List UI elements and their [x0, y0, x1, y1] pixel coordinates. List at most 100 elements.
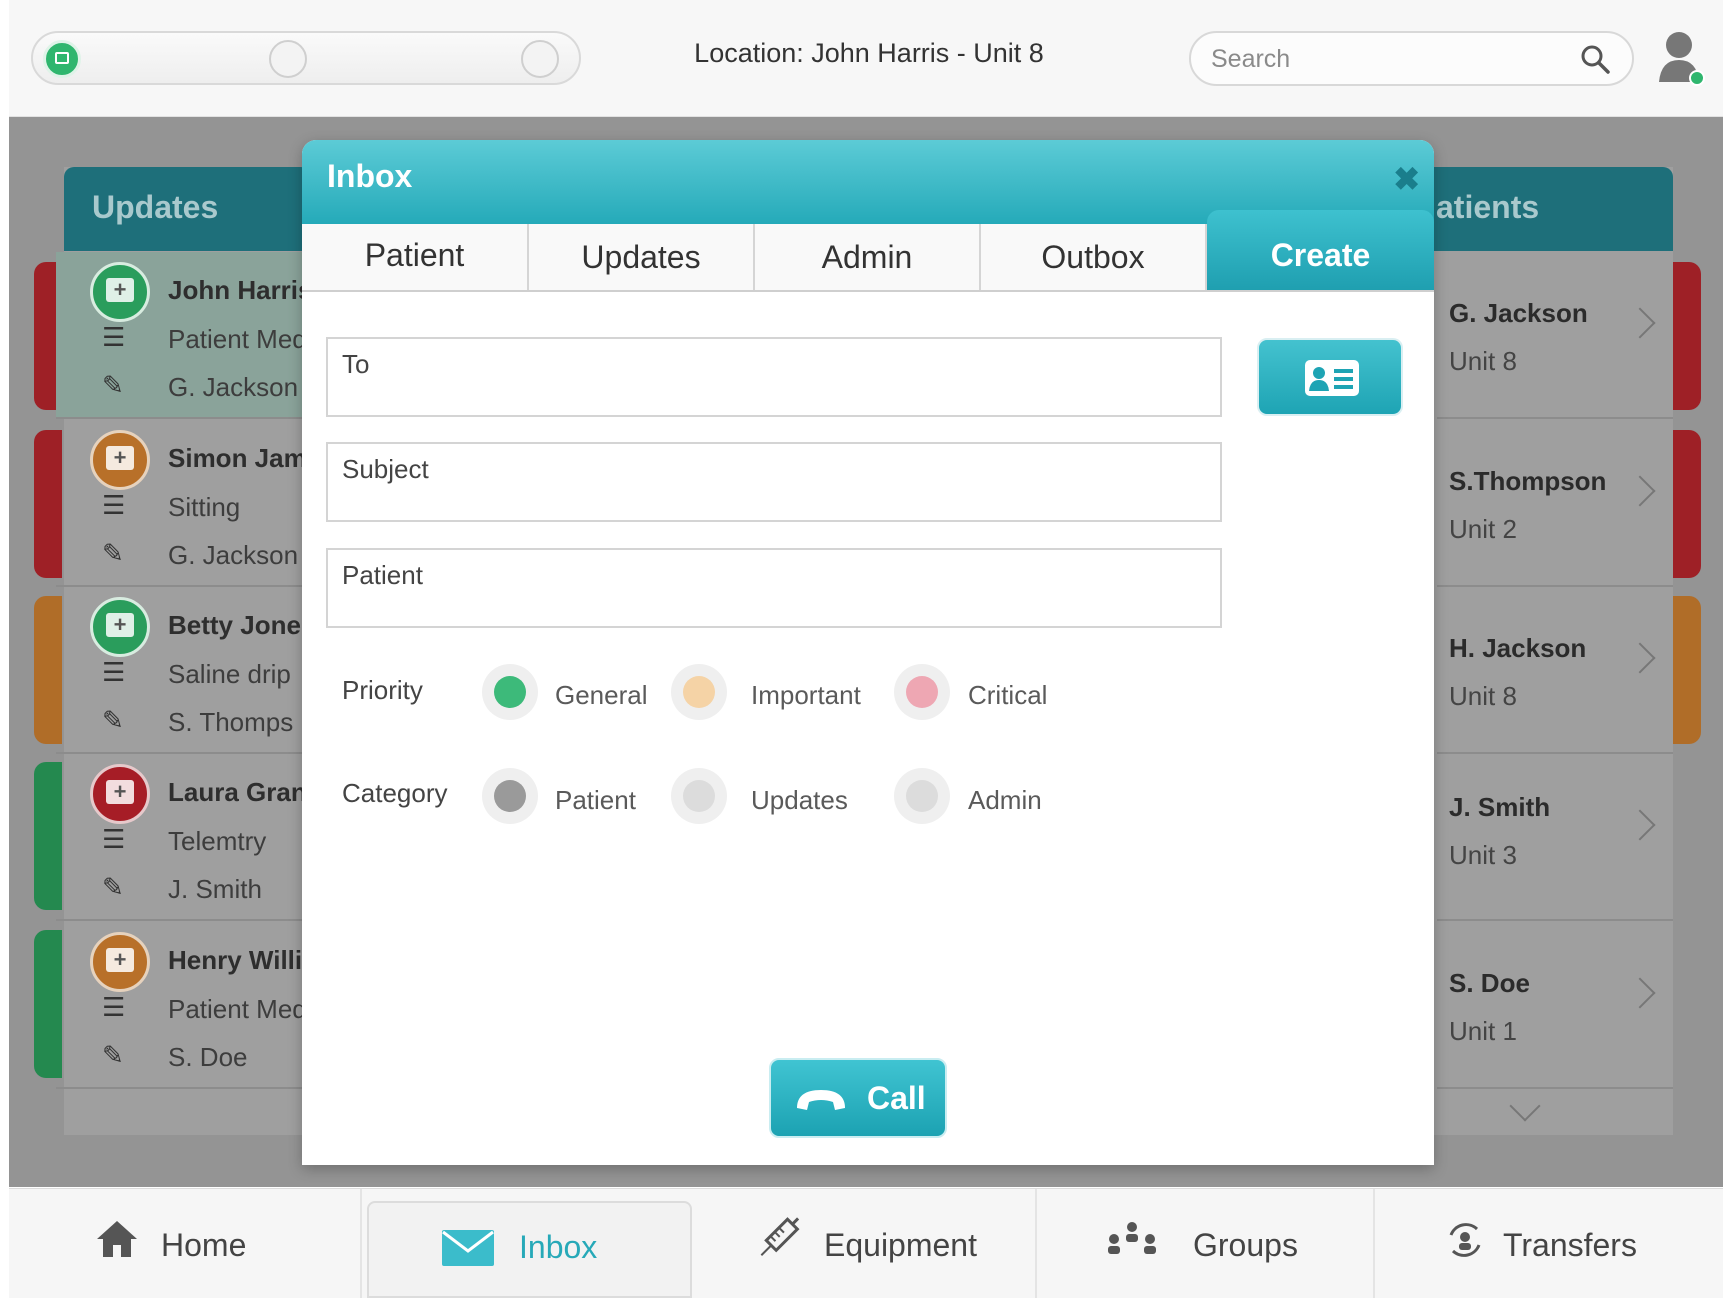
- update-staff: G. Jackson: [168, 372, 299, 402]
- patient-row[interactable]: S. Doe Unit 1: [1437, 922, 1673, 1089]
- update-staff: S. Doe: [168, 1042, 248, 1072]
- patient-name: S.Thompson: [1449, 466, 1607, 496]
- category-patient-label: Patient: [555, 785, 636, 815]
- chevron-right-icon[interactable]: [1624, 809, 1656, 841]
- category-label: Category: [342, 778, 448, 808]
- update-staff: S. Thomps: [168, 707, 294, 737]
- priority-strip: [1673, 430, 1701, 578]
- update-row[interactable]: Laura Gran ☰ Telemtry ✎ J. Smith: [56, 754, 311, 921]
- priority-important-radio[interactable]: [671, 664, 727, 720]
- top-bar: Location: John Harris - Unit 8: [9, 0, 1723, 117]
- tab-updates[interactable]: Updates: [529, 224, 755, 290]
- search-box[interactable]: [1189, 31, 1634, 86]
- bottom-nav: Home Inbox Equipment Groups Transfers: [9, 1188, 1723, 1298]
- priority-strip: [1673, 262, 1701, 410]
- patient-name: G. Jackson: [1449, 298, 1588, 328]
- call-button[interactable]: Call: [769, 1058, 947, 1138]
- patient-row[interactable]: G. Jackson Unit 8: [1437, 252, 1673, 419]
- close-icon[interactable]: ✖: [1393, 160, 1420, 198]
- patient-unit: Unit 8: [1449, 346, 1517, 376]
- category-updates-label: Updates: [751, 785, 848, 815]
- to-label: To: [342, 349, 370, 379]
- nav-groups[interactable]: Groups: [1037, 1189, 1375, 1298]
- search-icon[interactable]: [1580, 44, 1610, 74]
- update-row[interactable]: Betty Jone ☰ Saline drip ✎ S. Thomps: [56, 587, 311, 754]
- patient-unit: Unit 2: [1449, 514, 1517, 544]
- update-patient-name: Betty Jone: [168, 610, 301, 640]
- medical-kit-icon: [90, 932, 150, 992]
- list-icon: ☰: [102, 657, 126, 687]
- update-detail: Saline drip: [168, 659, 291, 689]
- category-admin-label: Admin: [968, 785, 1042, 815]
- patient-field[interactable]: Patient: [326, 548, 1222, 628]
- home-icon: [97, 1221, 137, 1257]
- groups-icon: [1108, 1222, 1156, 1254]
- priority-important-label: Important: [751, 680, 861, 710]
- patients-panel-title: atients: [1436, 189, 1540, 225]
- bandage-icon: ✎: [102, 538, 124, 568]
- medical-kit-icon: [90, 764, 150, 824]
- contact-card-icon: [1305, 360, 1359, 396]
- updates-panel-header: Updates: [64, 167, 311, 251]
- update-detail: Sitting: [168, 492, 241, 522]
- list-icon: ☰: [102, 824, 126, 854]
- tab-patient[interactable]: Patient: [302, 224, 529, 290]
- priority-general-label: General: [555, 680, 648, 710]
- patient-row[interactable]: J. Smith Unit 3: [1437, 754, 1673, 921]
- user-avatar-icon[interactable]: [1657, 30, 1707, 88]
- category-updates-radio[interactable]: [671, 768, 727, 824]
- update-detail: Patient Med: [168, 324, 307, 354]
- inbox-modal: Inbox ✖ Patient Updates Admin Outbox Cre…: [302, 140, 1434, 1165]
- chevron-right-icon[interactable]: [1624, 307, 1656, 339]
- nav-home[interactable]: Home: [9, 1189, 362, 1298]
- priority-critical-label: Critical: [968, 680, 1048, 710]
- update-row[interactable]: John Harris ☰ Patient Med ✎ G. Jackson: [56, 252, 313, 419]
- nav-transfers[interactable]: Transfers: [1375, 1189, 1723, 1298]
- update-row[interactable]: Henry Willi ☰ Patient Med ✎ S. Doe: [56, 922, 311, 1089]
- patient-unit: Unit 8: [1449, 681, 1517, 711]
- contact-card-button[interactable]: [1257, 338, 1403, 416]
- medical-kit-icon: [90, 262, 150, 322]
- update-patient-name: Laura Gran: [168, 777, 307, 807]
- priority-general-radio[interactable]: [482, 664, 538, 720]
- status-indicator-pill[interactable]: [31, 31, 581, 85]
- to-field[interactable]: To: [326, 337, 1222, 417]
- nav-equipment-label: Equipment: [824, 1227, 977, 1263]
- chevron-right-icon[interactable]: [1624, 977, 1656, 1009]
- nav-home-label: Home: [161, 1227, 247, 1263]
- nav-transfers-label: Transfers: [1503, 1227, 1637, 1263]
- tab-outbox[interactable]: Outbox: [981, 224, 1207, 290]
- chevron-right-icon[interactable]: [1624, 642, 1656, 674]
- modal-tabs: Patient Updates Admin Outbox Create: [302, 210, 1434, 292]
- list-icon: ☰: [102, 322, 126, 352]
- bandage-icon: ✎: [102, 872, 124, 902]
- patient-name: J. Smith: [1449, 792, 1551, 822]
- category-admin-radio[interactable]: [894, 768, 950, 824]
- search-input[interactable]: [1209, 42, 1563, 76]
- list-icon: ☰: [102, 992, 126, 1022]
- category-patient-radio[interactable]: [482, 768, 538, 824]
- call-label: Call: [867, 1080, 926, 1116]
- location-title: Location: John Harris - Unit 8: [694, 38, 1044, 68]
- update-row[interactable]: Simon Jam ☰ Sitting ✎ G. Jackson: [56, 420, 311, 587]
- update-patient-name: Henry Willi: [168, 945, 303, 975]
- subject-label: Subject: [342, 454, 429, 484]
- updates-panel-title: Updates: [92, 189, 219, 225]
- tab-admin[interactable]: Admin: [755, 224, 981, 290]
- status-dot-empty: [521, 40, 559, 78]
- modal-title: Inbox: [327, 158, 413, 194]
- medical-kit-icon: [90, 430, 150, 490]
- priority-critical-radio[interactable]: [894, 664, 950, 720]
- nav-equipment[interactable]: Equipment: [699, 1189, 1037, 1298]
- bandage-icon: ✎: [102, 370, 124, 400]
- tab-create[interactable]: Create: [1207, 210, 1434, 290]
- patient-row[interactable]: S.Thompson Unit 2: [1437, 420, 1673, 587]
- priority-strip: [1673, 596, 1701, 744]
- nav-inbox-label: Inbox: [519, 1229, 598, 1265]
- nav-inbox[interactable]: Inbox: [367, 1201, 692, 1298]
- patient-unit: Unit 3: [1449, 840, 1517, 870]
- patient-row[interactable]: H. Jackson Unit 8: [1437, 587, 1673, 754]
- chevron-right-icon[interactable]: [1624, 475, 1656, 507]
- subject-field[interactable]: Subject: [326, 442, 1222, 522]
- bandage-icon: ✎: [102, 1040, 124, 1070]
